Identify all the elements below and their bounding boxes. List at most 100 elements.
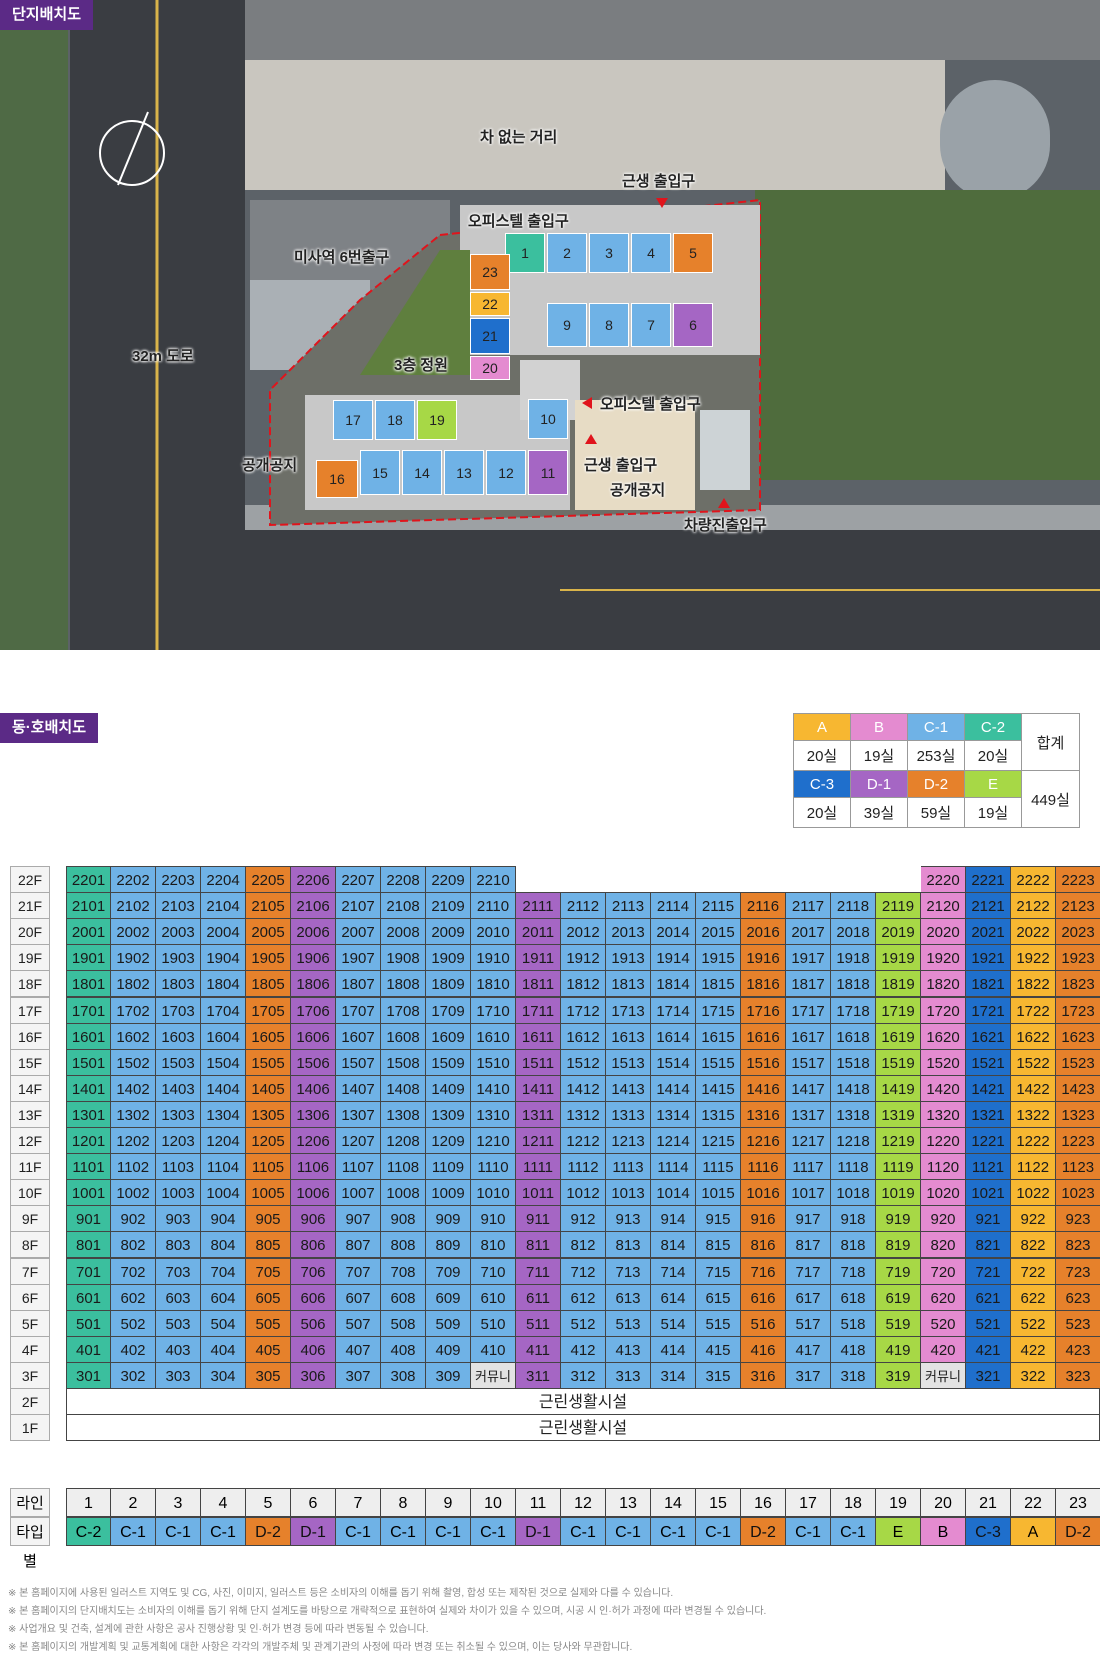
unit-cell: 1721 [966, 996, 1011, 1024]
line-number-cell: 14 [651, 1488, 696, 1517]
unit-cell: 1720 [921, 996, 966, 1024]
type-header: C-1 [907, 713, 965, 741]
unit-cell: 521 [966, 1309, 1011, 1337]
unit-cell: 2209 [426, 866, 471, 893]
unit-cell: 1802 [111, 970, 156, 998]
unit-cell: 1005 [246, 1179, 291, 1207]
map-unit-8: 8 [589, 303, 629, 347]
unit-cell: 1816 [741, 970, 786, 998]
retail-entrance-top-label: 근생 출입구 [622, 173, 696, 190]
unit-cell: 910 [471, 1205, 516, 1233]
unit-cell: 1221 [966, 1127, 1011, 1154]
unit-cell: 801 [66, 1231, 111, 1259]
unit-cell: 1610 [471, 1022, 516, 1050]
unit-cell: 1511 [516, 1048, 561, 1076]
unit-cell: 617 [786, 1283, 831, 1311]
floor-row: 12F 1201 1202 1203 1204 1205 1206 1207 1208 1209 1… [10, 1127, 1100, 1154]
map-unit-5: 5 [673, 233, 713, 273]
entrance-marker [656, 198, 668, 208]
empty-cell [831, 866, 876, 893]
note-line: ※ 본 홈페이지에 사용된 일러스트 지역도 및 CG, 사진, 이미지, 일러… [8, 1588, 674, 1599]
unit-cell: 1117 [786, 1153, 831, 1181]
unit-cell: 2004 [201, 918, 246, 946]
unit-cell: 2116 [741, 892, 786, 920]
unit-cell: 1613 [606, 1022, 651, 1050]
unit-cell: 1211 [516, 1127, 561, 1154]
unit-cell: 1611 [516, 1022, 561, 1050]
unit-cell: 505 [246, 1309, 291, 1337]
unit-cell: 1602 [111, 1022, 156, 1050]
unit-cell: 621 [966, 1283, 1011, 1311]
unit-cell: 2221 [966, 866, 1011, 893]
unit-cell: 1014 [651, 1179, 696, 1207]
unit-cell: 601 [66, 1283, 111, 1311]
unit-cell: 1704 [201, 996, 246, 1024]
unit-cell: 1416 [741, 1074, 786, 1102]
unit-cell: 806 [291, 1231, 336, 1259]
unit-cell: 2112 [561, 892, 606, 920]
unit-cell: 2023 [1056, 918, 1100, 946]
unit-cell: 1307 [336, 1100, 381, 1128]
unit-cell: 518 [831, 1309, 876, 1337]
type-header: D-2 [907, 770, 965, 798]
unit-cell: 717 [786, 1257, 831, 1285]
unit-cell: 301 [66, 1361, 111, 1389]
unit-cell: 1622 [1011, 1022, 1056, 1050]
unit-cell: 2111 [516, 892, 561, 920]
unit-cell: 422 [1011, 1335, 1056, 1363]
unit-cell: 1702 [111, 996, 156, 1024]
unit-cell: 1509 [426, 1048, 471, 1076]
type-count: 20실 [793, 797, 851, 828]
note-line: ※ 본 홈페이지의 개발계획 및 교통계획에 대한 사항은 각각의 개발주체 및… [8, 1642, 633, 1653]
unit-cell: 306 [291, 1361, 336, 1389]
unit-cell: 1120 [921, 1153, 966, 1181]
unit-cell: 1917 [786, 944, 831, 972]
map-unit-11: 11 [528, 450, 568, 495]
unit-cell: 623 [1056, 1283, 1100, 1311]
unit-cell: 1313 [606, 1100, 651, 1128]
total-label: 합계 [1021, 713, 1080, 771]
unit-cell: 404 [201, 1335, 246, 1363]
line-number-cell: 8 [381, 1488, 426, 1517]
unit-cell: 303 [156, 1361, 201, 1389]
unit-cell: 713 [606, 1257, 651, 1285]
empty-cell [651, 866, 696, 893]
unit-cell: 1921 [966, 944, 1011, 972]
unit-cell: 2107 [336, 892, 381, 920]
unit-cell: 2113 [606, 892, 651, 920]
unit-cell: 1801 [66, 970, 111, 998]
unit-cell: 1909 [426, 944, 471, 972]
unit-cell: 1007 [336, 1179, 381, 1207]
unit-cell: 308 [381, 1361, 426, 1389]
map-unit-9: 9 [547, 303, 587, 347]
unit-cell: 710 [471, 1257, 516, 1285]
unit-cell: 1308 [381, 1100, 426, 1128]
unit-cell: 1309 [426, 1100, 471, 1128]
unit-cell: 2019 [876, 918, 921, 946]
floor-row: 19F 1901 1902 1903 1904 1905 1906 1907 1908 1909 1… [10, 944, 1100, 972]
unit-cell: 413 [606, 1335, 651, 1363]
unit-cell: 2108 [381, 892, 426, 920]
unit-cell: 1503 [156, 1048, 201, 1076]
unit-cell: 602 [111, 1283, 156, 1311]
line-type-cell: C-1 [696, 1517, 741, 1546]
line-number-cell: 9 [426, 1488, 471, 1517]
unit-cell: 309 [426, 1361, 471, 1389]
unit-cell: 313 [606, 1361, 651, 1389]
unit-cell: 1620 [921, 1022, 966, 1050]
unit-cell: 1523 [1056, 1048, 1100, 1076]
line-number-cell: 23 [1056, 1488, 1100, 1517]
unit-cell: 916 [741, 1205, 786, 1233]
unit-cell: 2220 [921, 866, 966, 893]
unit-cell: 1812 [561, 970, 606, 998]
type-count: 20실 [964, 740, 1022, 771]
line-type-cell: C-1 [561, 1517, 606, 1546]
unit-cell: 423 [1056, 1335, 1100, 1363]
unit-cell: 1017 [786, 1179, 831, 1207]
unit-cell: 407 [336, 1335, 381, 1363]
unit-cell: 1417 [786, 1074, 831, 1102]
unit-cell: 414 [651, 1335, 696, 1363]
road-32m-label: 32m 도로 [132, 348, 194, 365]
map-unit-14: 14 [402, 450, 442, 495]
floor-label: 18F [10, 970, 50, 998]
